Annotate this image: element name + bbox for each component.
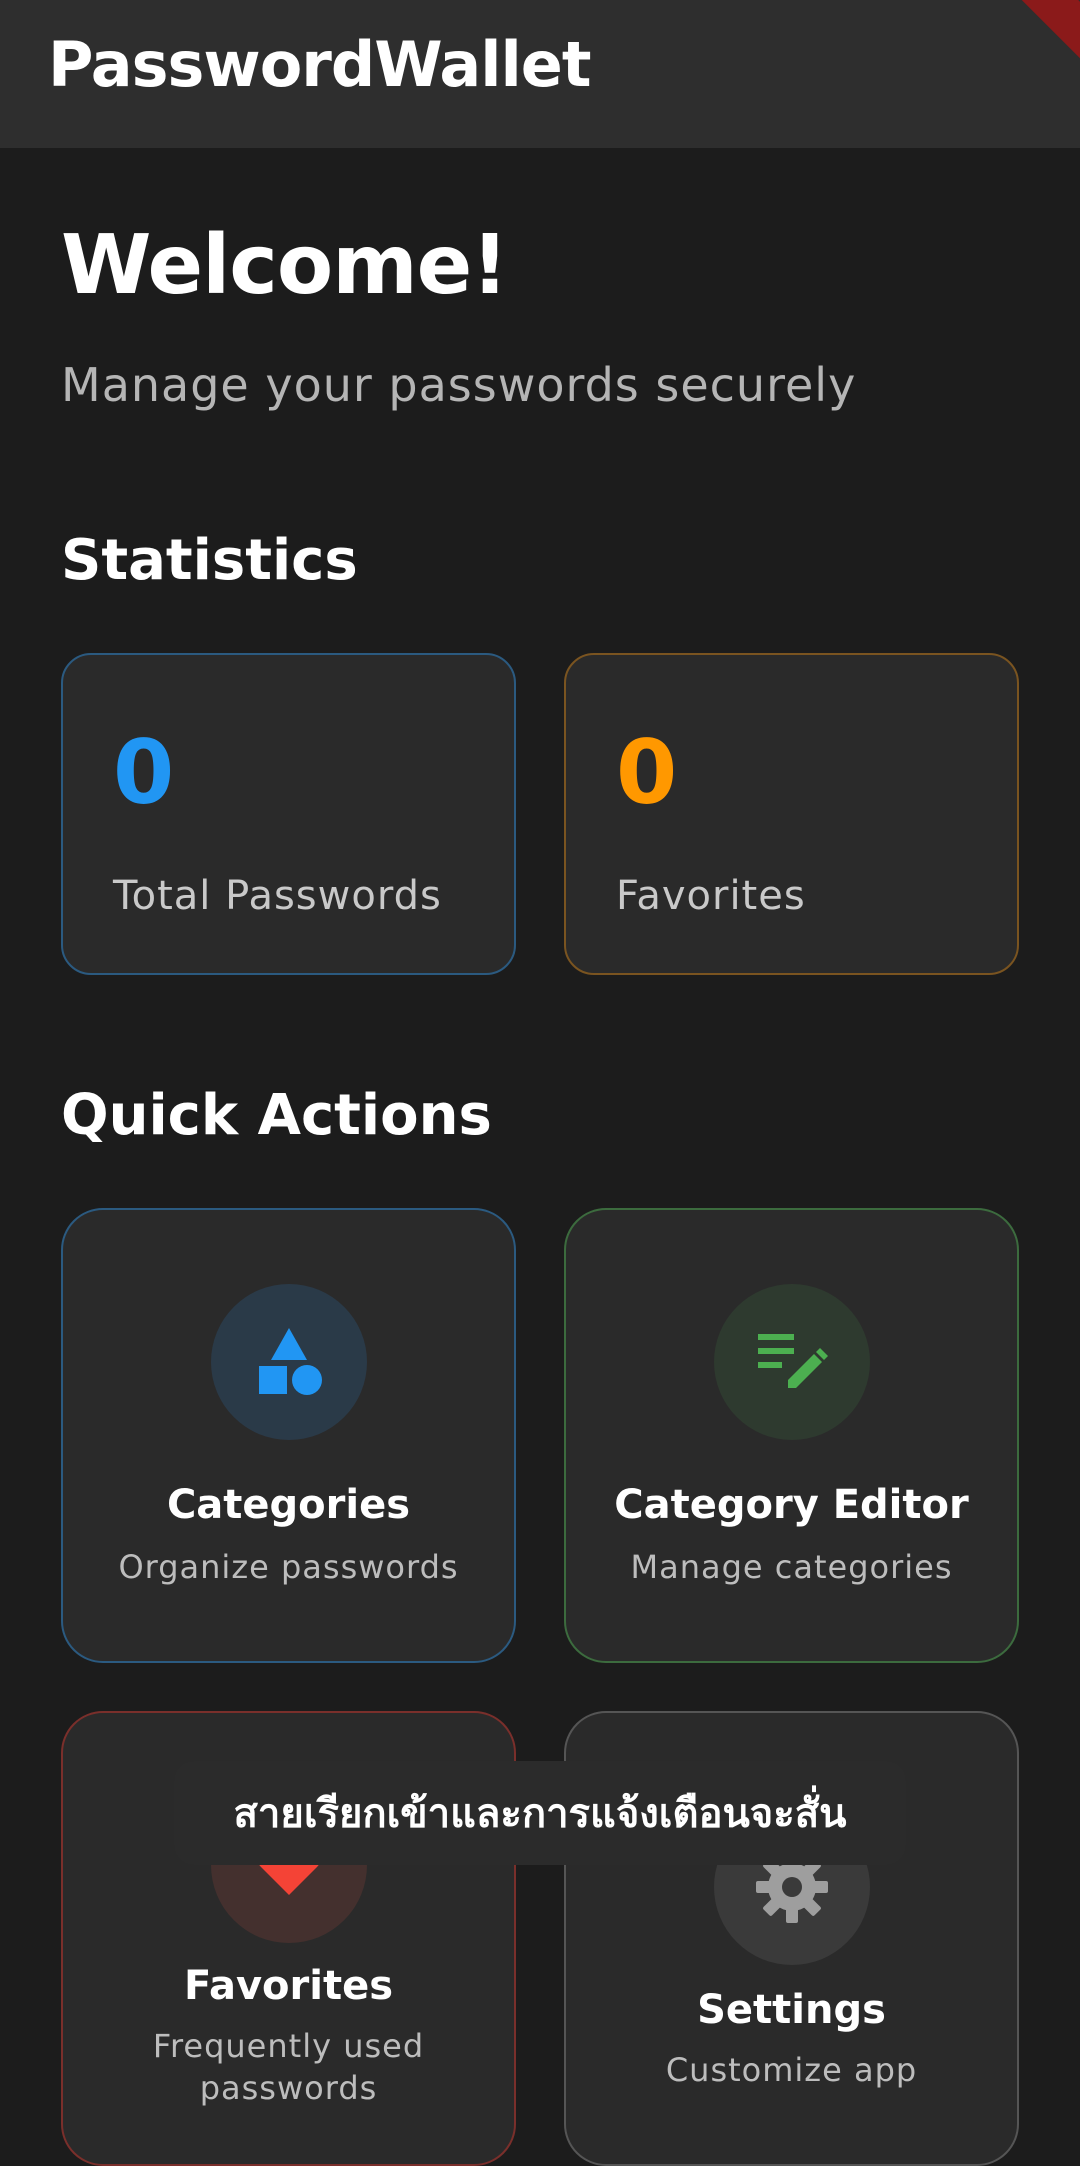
action-subtitle: Frequently used passwords: [152, 2027, 425, 2107]
stat-value: 0: [113, 721, 175, 824]
edit-note-icon: [714, 1284, 870, 1440]
stat-card-total-passwords: 0 Total Passwords: [61, 653, 516, 975]
stat-value: 0: [616, 721, 678, 824]
action-subtitle: Organize passwords: [118, 1548, 459, 1586]
action-title: Settings: [697, 1987, 886, 2033]
stat-card-favorites: 0 Favorites: [564, 653, 1019, 975]
stat-label: Total Passwords: [113, 873, 442, 919]
quick-actions-heading: Quick Actions: [61, 1083, 492, 1148]
quick-action-categories[interactable]: Categories Organize passwords: [61, 1208, 516, 1663]
statistics-heading: Statistics: [61, 528, 358, 593]
category-icon: [211, 1284, 367, 1440]
welcome-title: Welcome!: [61, 218, 509, 313]
action-title: Categories: [166, 1482, 411, 1528]
app-bar: PasswordWallet: [0, 0, 1080, 148]
stat-label: Favorites: [616, 873, 806, 919]
app-title: PasswordWallet: [48, 28, 591, 101]
quick-action-category-editor[interactable]: Category Editor Manage categories: [564, 1208, 1019, 1663]
welcome-subtitle: Manage your passwords securely: [61, 358, 857, 412]
action-subtitle: Manage categories: [630, 1548, 953, 1586]
action-subtitle: Customize app: [665, 2051, 918, 2089]
action-title: Favorites: [183, 1963, 394, 2009]
debug-banner: [1020, 0, 1080, 60]
action-title: Category Editor: [614, 1482, 969, 1528]
toast-message: สายเรียกเข้าและการแจ้งเตือนจะสั่น: [174, 1761, 906, 1865]
